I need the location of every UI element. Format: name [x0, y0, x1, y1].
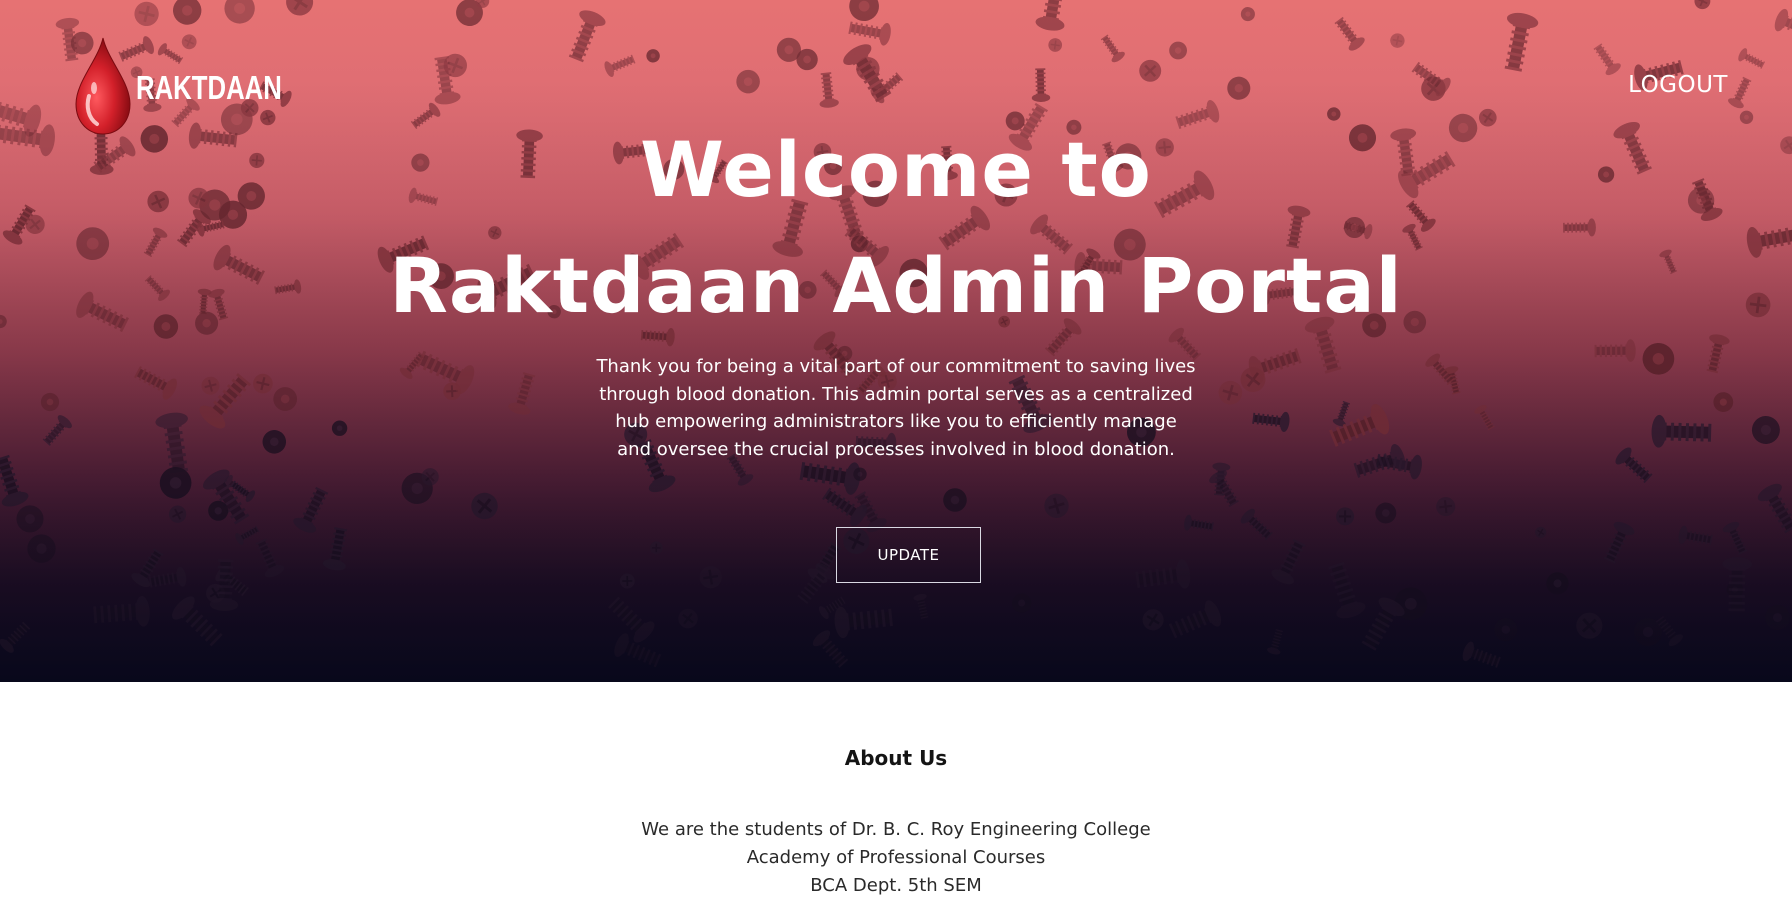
headline-line-1: Welcome to	[640, 125, 1152, 214]
hero-section: RAKTDAAN LOGOUT Welcome to Raktdaan Admi…	[0, 0, 1792, 682]
page-title: Welcome to Raktdaan Admin Portal	[0, 112, 1792, 344]
about-line: Academy of Professional Courses	[746, 847, 1046, 868]
headline-line-2: Raktdaan Admin Portal	[389, 241, 1403, 330]
about-section: About Us We are the students of Dr. B. C…	[0, 682, 1792, 902]
about-text: We are the students of Dr. B. C. Roy Eng…	[0, 816, 1792, 900]
update-button[interactable]: UPDATE	[836, 527, 981, 583]
about-line: BCA Dept. 5th SEM	[810, 875, 982, 896]
intro-paragraph: Thank you for being a vital part of our …	[596, 356, 1196, 460]
about-title: About Us	[844, 746, 948, 770]
about-line: We are the students of Dr. B. C. Roy Eng…	[641, 819, 1151, 840]
logout-link[interactable]: LOGOUT	[1628, 72, 1728, 98]
brand-name: RAKTDAAN	[136, 69, 282, 106]
